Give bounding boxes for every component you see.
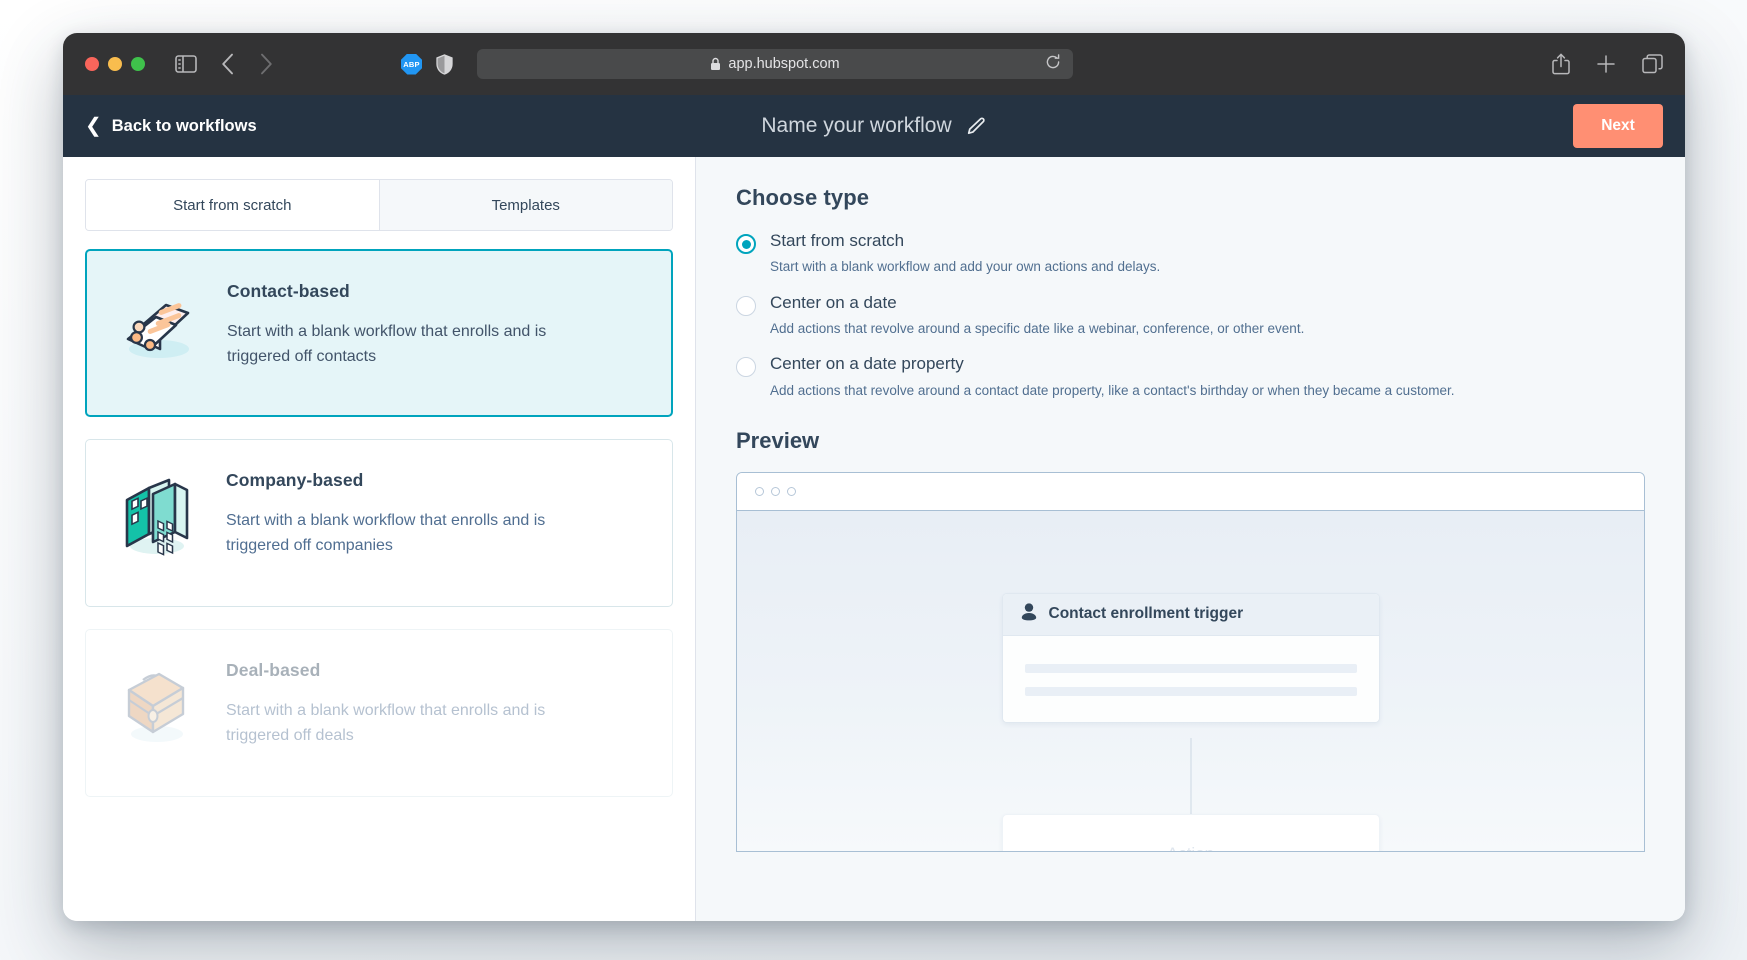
briefcase-icon xyxy=(110,656,202,748)
browser-window: ABP app.hubspot.com ❮ Back to workflows … xyxy=(63,33,1685,921)
radio-center-on-a-date-property[interactable] xyxy=(736,357,756,378)
tab-templates[interactable]: Templates xyxy=(379,180,672,230)
next-button[interactable]: Next xyxy=(1573,104,1663,148)
maximize-window-button[interactable] xyxy=(131,57,145,71)
preview-dot-2 xyxy=(771,486,780,496)
lock-icon xyxy=(710,57,721,71)
reload-icon[interactable] xyxy=(1045,53,1061,75)
tab-templates-label: Templates xyxy=(491,196,560,214)
chevron-left-icon: ❮ xyxy=(85,115,102,137)
main-content: Start from scratch Templates Contact-bas… xyxy=(63,157,1685,921)
workflow-type-panel: Start from scratch Templates Contact-bas… xyxy=(63,157,696,921)
option-center-on-a-date-label: Center on a date xyxy=(770,292,897,312)
close-window-button[interactable] xyxy=(85,57,99,71)
app-top-bar: ❮ Back to workflows Name your workflow N… xyxy=(63,95,1685,157)
nav-forward-icon[interactable] xyxy=(260,53,273,75)
radio-start-from-scratch[interactable] xyxy=(736,234,756,254)
address-bar[interactable]: app.hubspot.com xyxy=(477,49,1073,79)
office-building-icon xyxy=(110,466,202,558)
contact-list-icon xyxy=(111,277,203,361)
preview-canvas: Contact enrollment trigger Action xyxy=(737,510,1644,851)
window-traffic-lights xyxy=(85,57,145,71)
option-center-on-a-date-property-label: Center on a date property xyxy=(770,354,964,374)
card-deal-based-title: Deal-based xyxy=(226,660,321,680)
card-deal-based-description: Start with a blank workflow that enrolls… xyxy=(226,702,546,744)
sidebar-toggle-icon[interactable] xyxy=(175,55,197,73)
address-bar-url: app.hubspot.com xyxy=(728,56,840,72)
adblock-label: ABP xyxy=(403,59,420,69)
adblock-extension-icon[interactable]: ABP xyxy=(401,53,422,75)
contact-person-icon xyxy=(1021,603,1037,626)
preview-heading: Preview xyxy=(736,427,820,453)
preview-trigger-title: Contact enrollment trigger xyxy=(1048,605,1244,623)
preview-dot-3 xyxy=(787,486,796,496)
card-contact-based-description: Start with a blank workflow that enrolls… xyxy=(227,323,547,365)
configuration-panel: Choose type Start from scratch Start wit… xyxy=(696,157,1685,921)
nav-back-icon[interactable] xyxy=(221,53,234,75)
option-center-on-a-date-description: Add actions that revolve around a specif… xyxy=(770,321,1305,336)
preview-connector-line xyxy=(1190,737,1191,814)
option-start-from-scratch[interactable]: Start from scratch Start with a blank wo… xyxy=(736,231,1645,277)
option-center-on-a-date-property[interactable]: Center on a date property Add actions th… xyxy=(736,354,1645,400)
radio-center-on-a-date[interactable] xyxy=(736,295,756,316)
back-to-workflows-link[interactable]: ❮ Back to workflows xyxy=(85,116,257,136)
browser-chrome: ABP app.hubspot.com xyxy=(63,33,1685,95)
skeleton-line xyxy=(1024,663,1357,673)
card-contact-based[interactable]: Contact-based Start with a blank workflo… xyxy=(85,249,673,417)
preview-dot-1 xyxy=(755,486,764,496)
panel-tabs: Start from scratch Templates xyxy=(85,179,673,231)
option-center-on-a-date-property-description: Add actions that revolve around a contac… xyxy=(770,382,1455,398)
option-center-on-a-date[interactable]: Center on a date Add actions that revolv… xyxy=(736,293,1645,339)
preview-trigger-body xyxy=(1002,635,1379,722)
plus-icon[interactable] xyxy=(1596,54,1616,74)
tab-start-from-scratch-label: Start from scratch xyxy=(173,196,292,214)
card-company-based-title: Company-based xyxy=(226,470,364,490)
pencil-icon[interactable] xyxy=(968,117,987,136)
option-start-from-scratch-label: Start from scratch xyxy=(770,231,905,250)
back-to-workflows-label: Back to workflows xyxy=(111,116,257,135)
card-contact-based-title: Contact-based xyxy=(227,281,350,301)
shield-icon[interactable] xyxy=(436,53,453,75)
skeleton-line xyxy=(1024,686,1357,696)
workflow-title-group[interactable]: Name your workflow xyxy=(761,114,986,138)
preview-action-node: Action xyxy=(1001,813,1380,851)
workflow-preview: Contact enrollment trigger Action xyxy=(736,471,1645,852)
tab-start-from-scratch[interactable]: Start from scratch xyxy=(86,180,380,230)
card-company-based-description: Start with a blank workflow that enrolls… xyxy=(226,512,546,554)
card-deal-based[interactable]: Deal-based Start with a blank workflow t… xyxy=(85,629,673,797)
share-icon[interactable] xyxy=(1552,53,1570,75)
minimize-window-button[interactable] xyxy=(108,57,122,71)
workflow-name-field[interactable]: Name your workflow xyxy=(761,114,951,138)
tabs-overview-icon[interactable] xyxy=(1642,54,1663,74)
option-start-from-scratch-description: Start with a blank workflow and add your… xyxy=(770,259,1161,275)
preview-trigger-node: Contact enrollment trigger xyxy=(1001,592,1380,723)
preview-trigger-header: Contact enrollment trigger xyxy=(1002,593,1379,636)
preview-action-label: Action xyxy=(1167,844,1214,851)
preview-browser-titlebar xyxy=(737,472,1644,511)
page-backdrop: ABP app.hubspot.com ❮ Back to workflows … xyxy=(0,0,1747,960)
choose-type-heading: Choose type xyxy=(736,185,870,210)
card-company-based[interactable]: Company-based Start with a blank workflo… xyxy=(85,439,673,607)
